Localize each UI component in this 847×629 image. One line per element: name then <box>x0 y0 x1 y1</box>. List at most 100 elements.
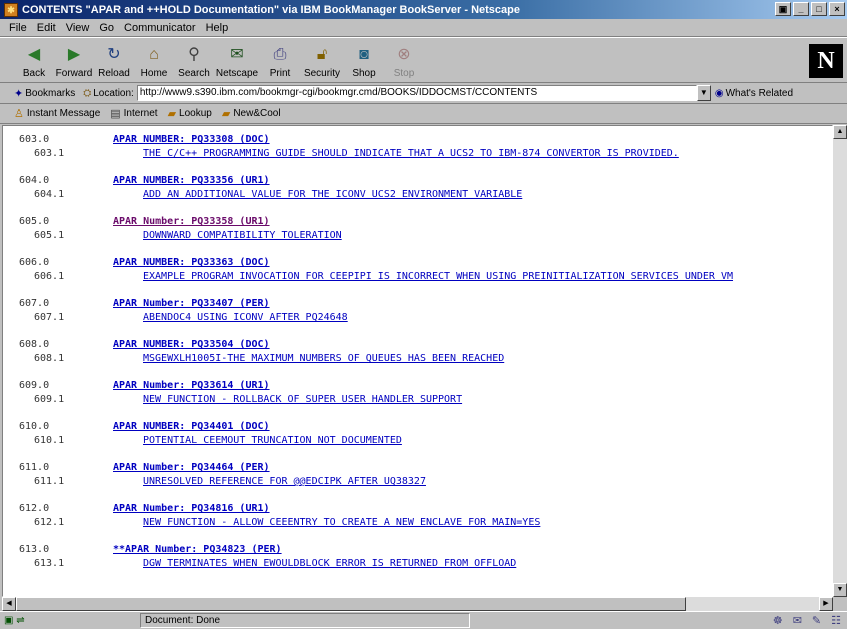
folder-icon: ▤ <box>110 108 121 120</box>
internet-button[interactable]: ▤ Internet <box>110 107 157 120</box>
navigator-icon[interactable]: ☸ <box>773 614 783 627</box>
apar-heading-link[interactable]: APAR NUMBER: PQ33504 (DOC) <box>113 339 270 350</box>
apar-entry: 603.0 APAR NUMBER: PQ33308 (DOC) 603.1 THE … <box>3 134 832 166</box>
apar-heading-link[interactable]: APAR Number: PQ33407 (PER) <box>113 298 270 309</box>
entry-number: 609.0 <box>19 380 50 391</box>
apar-entry: 610.0 APAR NUMBER: PQ34401 (DOC) 610.1 POTE… <box>3 421 832 453</box>
entry-number: 608.0 <box>19 339 50 350</box>
apar-description-link[interactable]: NEW FUNCTION - ALLOW CEEENTRY TO CREATE … <box>143 517 540 528</box>
apar-entry: 611.0 APAR Number: PQ34464 (PER) 611.1 UNRE… <box>3 462 832 494</box>
apar-description-link[interactable]: NEW FUNCTION - ROLLBACK OF SUPER USER HA… <box>143 394 462 405</box>
apar-description-link[interactable]: ADD AN ADDITIONAL VALUE FOR THE ICONV UC… <box>143 189 522 200</box>
shop-bag-icon: ◙ <box>359 46 369 63</box>
apar-description-link[interactable]: EXAMPLE PROGRAM INVOCATION FOR CEEPIPI I… <box>143 271 733 282</box>
apar-heading-link[interactable]: APAR NUMBER: PQ33308 (DOC) <box>113 134 270 145</box>
print-button[interactable]: ⎙ Print <box>260 40 300 82</box>
subentry-number: 605.1 <box>34 230 65 241</box>
apar-description-link[interactable]: ABENDOC4 USING ICONV AFTER PQ24648 <box>143 312 348 323</box>
address-book-icon[interactable]: ☷ <box>831 614 841 627</box>
bookmarks-button[interactable]: ✦ Bookmarks <box>14 87 75 100</box>
apar-heading-link[interactable]: APAR Number: PQ34464 (PER) <box>113 462 270 473</box>
netscape-mail-icon: ✉ <box>230 46 244 63</box>
home-icon: ⌂ <box>149 46 159 63</box>
folder-icon: ▰ <box>167 108 177 120</box>
entry-number: 604.0 <box>19 175 50 186</box>
mail-icon[interactable]: ✉ <box>793 614 802 627</box>
subentry-number: 612.1 <box>34 517 65 528</box>
apar-heading-link[interactable]: APAR NUMBER: PQ33363 (DOC) <box>113 257 270 268</box>
scroll-left-icon[interactable]: ◀ <box>2 597 16 611</box>
window-title: CONTENTS "APAR and ++HOLD Documentation"… <box>22 3 520 16</box>
netscape-logo[interactable]: N <box>809 44 843 78</box>
reload-icon: ↻ <box>107 46 121 63</box>
entry-number: 603.0 <box>19 134 50 145</box>
menu-help[interactable]: Help <box>201 22 234 34</box>
newcool-button[interactable]: ▰ New&Cool <box>222 107 281 120</box>
search-button[interactable]: ⚲ Search <box>174 40 214 82</box>
subentry-number: 608.1 <box>34 353 65 364</box>
url-dropdown-icon[interactable]: ▼ <box>696 85 711 101</box>
entry-number: 613.0 <box>19 544 50 555</box>
entry-number: 610.0 <box>19 421 50 432</box>
apar-description-link[interactable]: POTENTIAL CEEMOUT TRUNCATION NOT DOCUMEN… <box>143 435 402 446</box>
back-arrow-icon: ◀ <box>27 46 41 63</box>
instant-message-button[interactable]: ♙ Instant Message <box>14 107 100 120</box>
window-controls: ▣ _ □ × <box>775 2 845 16</box>
entry-number: 606.0 <box>19 257 50 268</box>
horizontal-scrollbar[interactable]: ◀ ▶ <box>2 597 833 611</box>
entry-number: 607.0 <box>19 298 50 309</box>
apar-entry: 605.0 APAR Number: PQ33358 (UR1) 605.1 DOWN… <box>3 216 832 248</box>
apar-heading-link[interactable]: **APAR Number: PQ34823 (PER) <box>113 544 282 555</box>
apar-description-link[interactable]: MSGEWXLH1005I-THE MAXIMUM NUMBERS OF QUE… <box>143 353 504 364</box>
apar-description-link[interactable]: UNRESOLVED REFERENCE FOR @@EDCIPK AFTER … <box>143 476 426 487</box>
scroll-up-icon[interactable]: ▲ <box>833 125 847 139</box>
apar-description-link[interactable]: DOWNWARD COMPATIBILITY TOLERATION <box>143 230 342 241</box>
restore-icon[interactable]: ▣ <box>775 2 791 16</box>
security-button[interactable]: 🔓︎ Security <box>300 40 344 82</box>
apar-description-link[interactable]: THE C/C++ PROGRAMMING GUIDE SHOULD INDIC… <box>143 148 679 159</box>
scroll-down-icon[interactable]: ▼ <box>833 583 847 597</box>
apar-heading-link[interactable]: APAR NUMBER: PQ33356 (UR1) <box>113 175 270 186</box>
whats-related-button[interactable]: ◉ What's Related <box>715 88 793 99</box>
menu-view[interactable]: View <box>61 22 95 34</box>
subentry-number: 613.1 <box>34 558 65 569</box>
menu-communicator[interactable]: Communicator <box>119 22 201 34</box>
apar-entry: 613.0 **APAR Number: PQ34823 (PER) 613.1 DG… <box>3 544 832 576</box>
apar-heading-link[interactable]: APAR Number: PQ33614 (UR1) <box>113 380 270 391</box>
stop-button[interactable]: ⊗ Stop <box>384 40 424 82</box>
maximize-button[interactable]: □ <box>811 2 827 16</box>
shop-button[interactable]: ◙ Shop <box>344 40 384 82</box>
menu-file[interactable]: File <box>4 22 32 34</box>
entry-number: 611.0 <box>19 462 50 473</box>
lookup-button[interactable]: ▰ Lookup <box>168 107 212 120</box>
horizontal-scroll-thumb[interactable] <box>16 597 686 611</box>
apar-entry: 607.0 APAR Number: PQ33407 (PER) 607.1 ABEN… <box>3 298 832 330</box>
apar-description-link[interactable]: DGW TERMINATES WHEN EWOULDBLOCK ERROR IS… <box>143 558 516 569</box>
composer-icon[interactable]: ✎ <box>812 614 821 627</box>
menu-go[interactable]: Go <box>94 22 119 34</box>
apar-heading-link[interactable]: APAR Number: PQ33358 (UR1) <box>113 216 270 227</box>
apar-heading-link[interactable]: APAR Number: PQ34816 (UR1) <box>113 503 270 514</box>
menu-edit[interactable]: Edit <box>32 22 61 34</box>
home-button[interactable]: ⌂ Home <box>134 40 174 82</box>
stop-icon: ⊗ <box>397 46 411 63</box>
subentry-number: 609.1 <box>34 394 65 405</box>
url-field[interactable]: http://www9.s390.ibm.com/bookmgr-cgi/boo… <box>136 85 697 101</box>
close-button[interactable]: × <box>829 2 845 16</box>
location-icon: ⛭ <box>83 87 92 99</box>
apar-entry: 609.0 APAR Number: PQ33614 (UR1) 609.1 NEW … <box>3 380 832 412</box>
personal-toolbar: ♙ Instant Message ▤ Internet ▰ Lookup ▰ … <box>0 104 847 124</box>
forward-button[interactable]: ▶ Forward <box>54 40 94 82</box>
back-button[interactable]: ◀ Back <box>14 40 54 82</box>
apar-heading-link[interactable]: APAR NUMBER: PQ34401 (DOC) <box>113 421 270 432</box>
scroll-right-icon[interactable]: ▶ <box>819 597 833 611</box>
padlock-icon: 🔓︎ <box>316 46 328 63</box>
apar-entry: 608.0 APAR NUMBER: PQ33504 (DOC) 608.1 MSGE… <box>3 339 832 371</box>
location-bar: ✦ Bookmarks ⛭ Location: http://www9.s390… <box>0 83 847 104</box>
vertical-scrollbar[interactable]: ▲ ▼ <box>833 125 847 597</box>
navigation-toolbar: ◀ Back ▶ Forward ↻ Reload ⌂ Home ⚲ Searc… <box>0 37 847 83</box>
netscape-app-icon: ✱ <box>4 2 18 17</box>
netscape-button[interactable]: ✉ Netscape <box>214 40 260 82</box>
reload-button[interactable]: ↻ Reload <box>94 40 134 82</box>
minimize-button[interactable]: _ <box>793 2 809 16</box>
